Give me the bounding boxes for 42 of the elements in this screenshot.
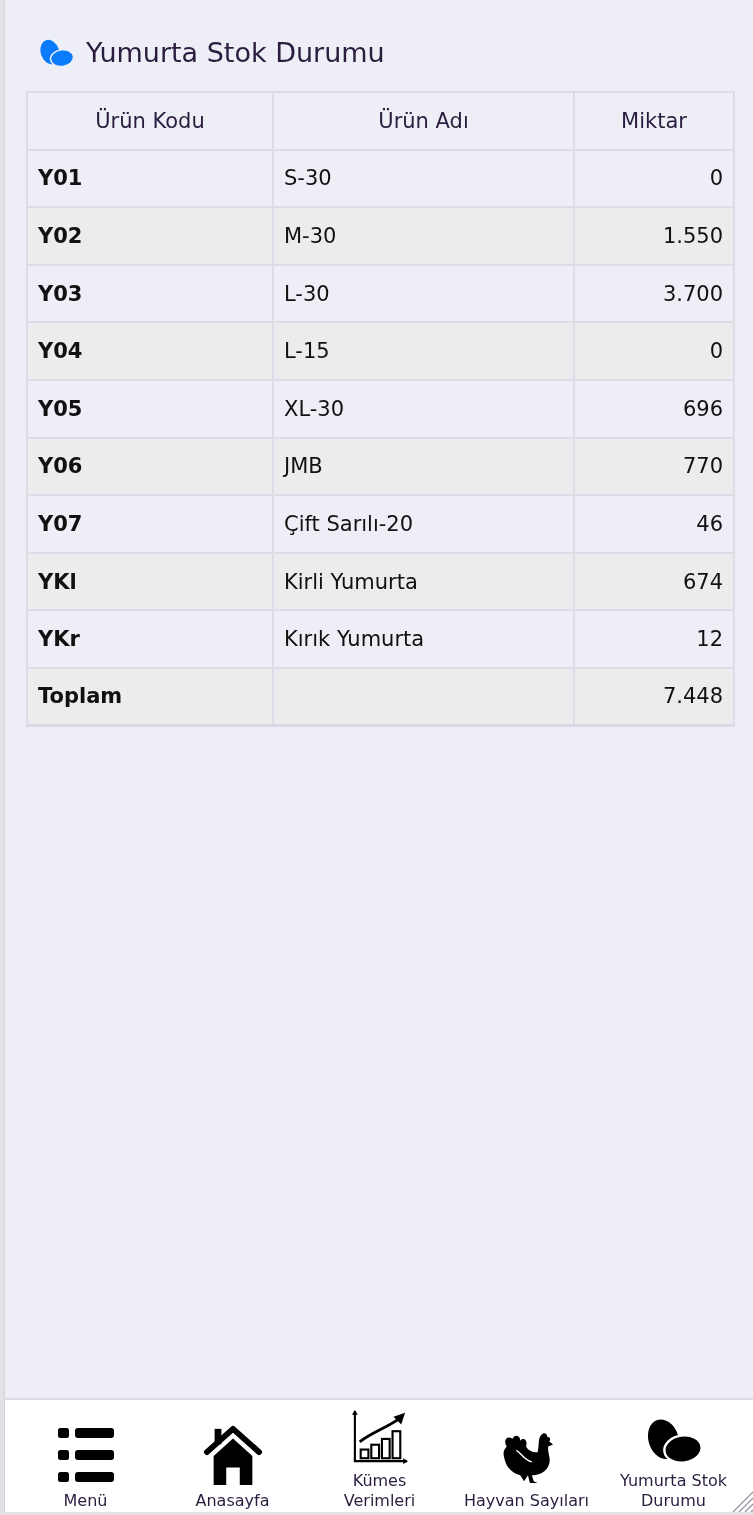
table-cell: 0 [574,322,734,380]
page-title: Yumurta Stok Durumu [86,36,385,70]
table-cell: Kirli Yumurta [273,552,574,611]
table-cell: M-30 [273,207,574,265]
nav-item[interactable]: Hayvan Sayıları [453,1400,600,1512]
nav-item[interactable]: Anasayfa [159,1400,306,1512]
nav-item[interactable]: Kümes Verimleri [306,1400,453,1512]
table-cell: Y03 [27,264,273,323]
table-cell: Y04 [27,322,273,380]
table-cell: Y02 [27,207,273,265]
table-cell: S-30 [273,149,574,208]
table-cell: 7.448 [574,667,734,726]
table-cell: Y07 [27,495,273,553]
table-cell: Y06 [27,437,273,496]
table-cell: Kırık Yumurta [273,610,574,668]
table-cell: L-15 [273,322,574,380]
house-icon [202,1423,263,1485]
table-cell: 46 [574,495,734,553]
table-cell: YKr [27,610,273,668]
table-cell: 674 [574,552,734,611]
table-cell: XL-30 [273,379,574,438]
list-icon [57,1425,114,1485]
table-cell: YKl [27,552,273,611]
table-cell: L-30 [273,264,574,323]
column-header: Ürün Adı [273,92,574,150]
table-cell: Y01 [27,149,273,208]
nav-item[interactable]: Menü [12,1400,159,1512]
table-cell: 770 [574,437,734,496]
nav-item[interactable]: Yumurta Stok Durumu [600,1400,747,1512]
table-cell: Toplam [27,667,273,726]
table-cell: Çift Sarılı-20 [273,495,574,553]
column-header: Miktar [574,92,734,150]
table-cell: Y05 [27,379,273,438]
table-cell: 3.700 [574,264,734,323]
table-cell: 1.550 [574,207,734,265]
table-cell: 0 [574,149,734,208]
bar-chart-icon [350,1409,409,1465]
eggs-icon [38,38,75,68]
table-cell: JMB [273,437,574,496]
column-header: Ürün Kodu [27,92,273,150]
table-cell: 12 [574,610,734,668]
table-cell: 696 [574,379,734,438]
